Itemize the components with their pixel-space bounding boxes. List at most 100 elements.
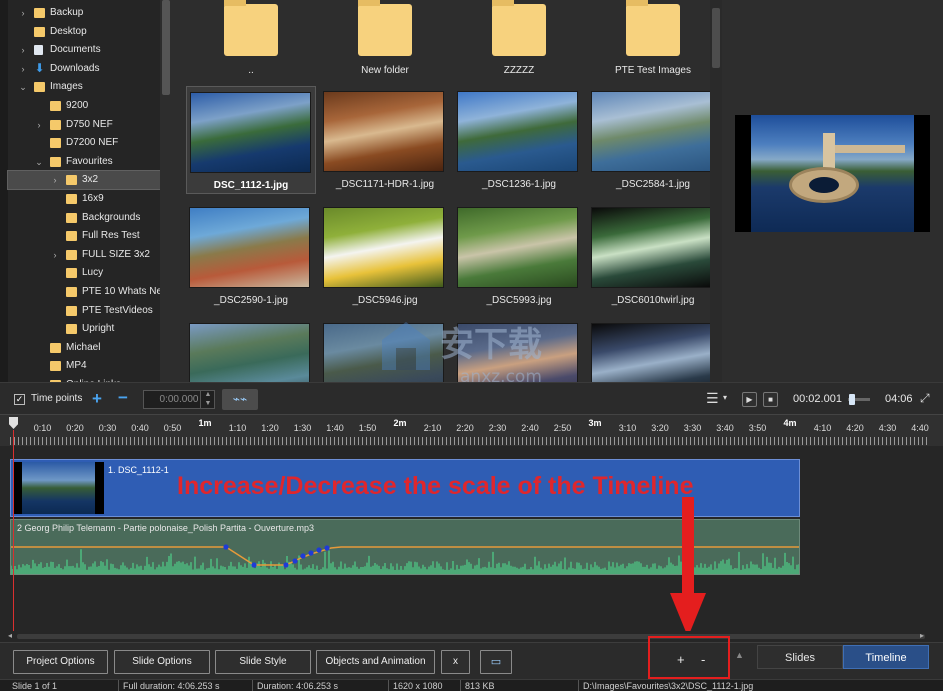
- chevron-right-icon[interactable]: ›: [18, 60, 28, 78]
- snap-toggle-button[interactable]: ⌁⌁: [222, 389, 258, 410]
- tree-item[interactable]: ⌄ Images: [8, 78, 160, 96]
- photo-tile[interactable]: DSC_1112-1.jpg: [186, 86, 316, 194]
- tree-item[interactable]: › Documents: [8, 41, 160, 59]
- hscroll-thumb[interactable]: [17, 634, 925, 639]
- photo-tile[interactable]: _DSC6010twirl.jpg: [588, 202, 718, 310]
- slide-options-button[interactable]: Slide Options: [114, 650, 210, 674]
- timeline-ruler[interactable]: 0:10 0:20 0:30 0:40 0:50 1:10 1:20 1:30 1:40 1:50…: [0, 414, 943, 446]
- volume-knob[interactable]: [849, 394, 855, 405]
- zoom-in-button[interactable]: +: [677, 652, 685, 667]
- add-time-point-button[interactable]: +: [92, 390, 102, 407]
- tree-item[interactable]: Lucy: [8, 264, 160, 282]
- tree-item[interactable]: Desktop: [8, 23, 160, 41]
- photo-label: _DSC5946.jpg: [352, 295, 418, 306]
- photo-tile[interactable]: _DSC1236-1.jpg: [454, 86, 584, 194]
- photo-thumbnail: [323, 207, 444, 288]
- chevron-right-icon[interactable]: ›: [34, 116, 44, 134]
- time-points-checkbox[interactable]: ✓: [14, 394, 25, 405]
- chevron-right-icon[interactable]: ›: [50, 171, 60, 189]
- folder-tile[interactable]: ZZZZZ: [454, 0, 584, 82]
- chevron-down-icon[interactable]: ▾: [723, 393, 727, 402]
- play-button[interactable]: ▶: [742, 392, 757, 407]
- folder-tile[interactable]: New folder: [320, 0, 450, 82]
- tree-item[interactable]: › FULL SIZE 3x2: [8, 246, 160, 264]
- photo-thumbnail: [457, 91, 578, 172]
- menu-icon[interactable]: ☰: [706, 390, 719, 407]
- current-time: 00:02.001: [793, 393, 842, 405]
- tree-item[interactable]: Michael: [8, 339, 160, 357]
- photo-tile[interactable]: _DSC5993.jpg: [454, 202, 584, 310]
- folder-tile[interactable]: PTE Test Images: [588, 0, 718, 82]
- folder-label: ZZZZZ: [503, 65, 535, 76]
- ruler-tick-label: 1:10: [228, 423, 247, 433]
- tree-scrollbar[interactable]: [160, 0, 172, 382]
- tree-item-label: Images: [50, 81, 83, 93]
- photo-tile[interactable]: _DSC2590-1.jpg: [186, 202, 316, 310]
- tree-item[interactable]: MP4: [8, 357, 160, 375]
- photo-thumbnail: [189, 207, 310, 288]
- scroll-right-icon[interactable]: ▸: [920, 631, 924, 640]
- collapse-up-icon[interactable]: ▲: [735, 650, 744, 660]
- close-x-button[interactable]: x: [441, 650, 470, 674]
- folder-icon: [66, 268, 77, 279]
- playhead-line[interactable]: [13, 430, 14, 640]
- grid-scroll-thumb[interactable]: [712, 8, 720, 68]
- photo-tile[interactable]: _DSC2584-1.jpg: [588, 86, 718, 194]
- photo-thumbnail: [189, 323, 310, 382]
- tree-item[interactable]: › D750 NEF: [8, 116, 160, 134]
- scroll-left-icon[interactable]: ◂: [8, 631, 12, 640]
- volume-slider[interactable]: [848, 394, 870, 405]
- screen-icon[interactable]: ▭: [480, 650, 512, 674]
- stop-button[interactable]: ■: [763, 392, 778, 407]
- slide-style-button[interactable]: Slide Style: [215, 650, 311, 674]
- chevron-right-icon[interactable]: ›: [18, 4, 28, 22]
- tree-item[interactable]: ⌄ Favourites: [8, 153, 160, 171]
- tree-item[interactable]: › ⬇ Downloads: [8, 60, 160, 78]
- tree-item-label: 16x9: [82, 193, 104, 204]
- ruler-tick-label: 3:20: [651, 423, 669, 433]
- tree-item[interactable]: 9200: [8, 97, 160, 115]
- tree-item-label: Backup: [50, 7, 84, 18]
- tree-item[interactable]: › 3x2: [7, 170, 161, 191]
- photo-label: DSC_1112-1.jpg: [213, 180, 289, 191]
- tree-item[interactable]: Upright: [8, 320, 160, 338]
- timeline-hscroll[interactable]: ◂ ▸: [0, 631, 943, 641]
- objects-animation-button[interactable]: Objects and Animation: [316, 650, 435, 674]
- tab-slides[interactable]: Slides: [757, 645, 843, 669]
- grid-scrollbar[interactable]: [710, 0, 722, 382]
- photo-tile[interactable]: _DSC5946.jpg: [320, 202, 450, 310]
- folder-icon: [66, 249, 77, 260]
- photo-tile[interactable]: [186, 318, 316, 382]
- tree-item[interactable]: Full Res Test: [8, 227, 160, 245]
- zoom-out-button[interactable]: -: [701, 652, 705, 667]
- slide-thumbnail: [13, 462, 104, 514]
- fullscreen-icon[interactable]: ⤢: [920, 391, 930, 406]
- project-options-button[interactable]: Project Options: [13, 650, 108, 674]
- tree-item[interactable]: 16x9: [8, 190, 160, 208]
- photo-tile[interactable]: _DSC1171-HDR-1.jpg: [320, 86, 450, 194]
- preview-image: [735, 115, 930, 232]
- tree-item[interactable]: D7200 NEF: [8, 134, 160, 152]
- folder-label: New folder: [361, 65, 409, 76]
- ruler-tick-label: 2:20: [456, 423, 474, 433]
- tree-item[interactable]: Backgrounds: [8, 209, 160, 227]
- chevron-right-icon[interactable]: ›: [50, 246, 60, 264]
- timeline-tracks[interactable]: 1. DSC_1112-1 Increase/Decrease the scal…: [0, 446, 943, 642]
- chevron-down-icon[interactable]: ⌄: [34, 153, 44, 171]
- chevron-down-icon[interactable]: ⌄: [18, 78, 28, 96]
- tree-item[interactable]: PTE TestVideos: [8, 302, 160, 320]
- tab-timeline[interactable]: Timeline: [843, 645, 929, 669]
- tree-gutter: [0, 0, 8, 382]
- tree-item[interactable]: PTE 10 Whats New: [8, 283, 169, 301]
- ruler-tick-label: 0:50: [163, 423, 182, 433]
- folder-tile[interactable]: ..: [186, 0, 316, 82]
- chevron-right-icon[interactable]: ›: [18, 41, 28, 59]
- folder-tree[interactable]: › Backup Desktop › Documents › ⬇ Downloads ⌄ Imag…: [0, 0, 172, 382]
- time-spinner[interactable]: ▲ ▼: [200, 390, 215, 409]
- remove-time-point-button[interactable]: −: [118, 389, 128, 406]
- photo-thumbnail: [591, 91, 712, 172]
- tree-scroll-thumb[interactable]: [162, 0, 170, 95]
- tree-item[interactable]: › Backup: [8, 4, 160, 22]
- ruler-tick-label: 0:20: [66, 423, 84, 433]
- photo-tile[interactable]: [588, 318, 718, 382]
